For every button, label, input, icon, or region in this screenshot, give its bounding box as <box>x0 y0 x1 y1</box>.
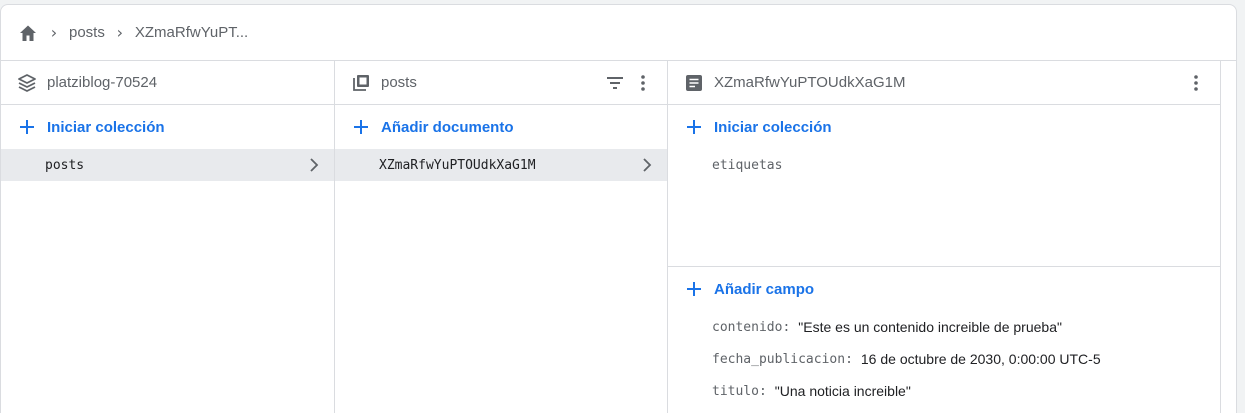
field-row-fecha-publicacion[interactable]: fecha_publicacion: 16 de octubre de 2030… <box>668 343 1220 375</box>
chevron-right-icon: › <box>50 23 58 42</box>
field-value: "Este es un contenido increible de prueb… <box>798 319 1062 335</box>
home-icon[interactable] <box>17 22 39 44</box>
add-document-button[interactable]: Añadir documento <box>335 105 667 149</box>
field-key: titulo <box>712 383 759 399</box>
chevron-right-icon <box>639 157 655 173</box>
plus-icon <box>684 117 704 137</box>
field-key: contenido <box>712 319 783 335</box>
field-row-titulo[interactable]: titulo: "Una noticia increible" <box>668 375 1220 407</box>
subcollection-item-etiquetas[interactable]: etiquetas <box>668 149 1220 181</box>
document-panel-header: XZmaRfwYuPTOUdkXaG1M <box>668 61 1220 105</box>
document-panel: XZmaRfwYuPTOUdkXaG1M Iniciar colección e… <box>668 61 1221 413</box>
start-subcollection-label: Iniciar colección <box>714 118 832 136</box>
panels: platziblog-70524 Iniciar colección posts <box>1 61 1236 413</box>
start-collection-button[interactable]: Iniciar colección <box>1 105 334 149</box>
plus-icon <box>684 279 704 299</box>
collection-panel: posts Añadir documento XZmaRfwYuPTOUdkXa… <box>335 61 668 413</box>
chevron-right-icon <box>306 157 322 173</box>
add-document-label: Añadir documento <box>381 118 514 136</box>
chevron-right-icon: › <box>116 23 124 42</box>
filter-icon[interactable] <box>603 71 627 95</box>
plus-icon <box>351 117 371 137</box>
collection-item-posts[interactable]: posts <box>1 149 334 181</box>
collection-item-label: posts <box>45 157 85 173</box>
field-colon: : <box>782 319 791 335</box>
field-row-contenido[interactable]: contenido: "Este es un contenido increib… <box>668 311 1220 343</box>
breadcrumb-item-document[interactable]: XZmaRfwYuPT... <box>135 24 248 41</box>
collection-icon <box>351 73 371 93</box>
plus-icon <box>17 117 37 137</box>
more-vert-icon[interactable] <box>631 71 655 95</box>
document-title: XZmaRfwYuPTOUdkXaG1M <box>714 74 906 91</box>
breadcrumb: › posts › XZmaRfwYuPT... <box>1 5 1236 61</box>
project-title: platziblog-70524 <box>47 74 158 91</box>
document-item-label: XZmaRfwYuPTOUdkXaG1M <box>379 157 536 173</box>
project-layers-icon <box>17 73 37 93</box>
add-field-button[interactable]: Añadir campo <box>668 267 1220 311</box>
field-value: "Una noticia increible" <box>774 383 911 399</box>
root-panel-header: platziblog-70524 <box>1 61 334 105</box>
subcollection-section: Iniciar colección etiquetas <box>668 105 1220 267</box>
collection-panel-header: posts <box>335 61 667 105</box>
field-colon: : <box>845 351 853 367</box>
root-panel: platziblog-70524 Iniciar colección posts <box>1 61 335 413</box>
field-key: fecha_publicacion <box>712 351 846 367</box>
collection-title: posts <box>381 74 417 91</box>
more-vert-icon[interactable] <box>1184 71 1208 95</box>
document-item[interactable]: XZmaRfwYuPTOUdkXaG1M <box>335 149 667 181</box>
breadcrumb-item-posts[interactable]: posts <box>69 24 105 41</box>
start-collection-label: Iniciar colección <box>47 118 165 136</box>
field-colon: : <box>758 383 767 399</box>
document-icon <box>684 73 704 93</box>
field-value: 16 de octubre de 2030, 0:00:00 UTC-5 <box>860 351 1101 367</box>
add-field-label: Añadir campo <box>714 280 815 298</box>
firestore-data-viewer: › posts › XZmaRfwYuPT... platziblog-7052… <box>0 4 1237 413</box>
start-subcollection-button[interactable]: Iniciar colección <box>668 105 1220 149</box>
